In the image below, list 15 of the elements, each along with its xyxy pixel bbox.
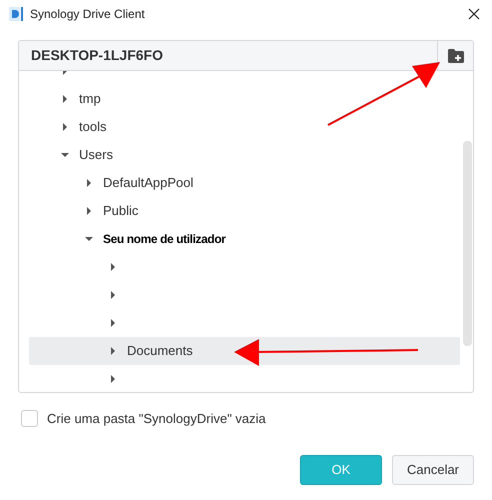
close-icon[interactable] — [468, 8, 480, 20]
tree-item[interactable]: tools — [29, 113, 460, 141]
tree-item[interactable]: Documents — [29, 337, 460, 365]
cancel-button[interactable]: Cancelar — [392, 454, 474, 484]
panel-title: DESKTOP-1LJF6FO — [30, 46, 163, 65]
tree-item[interactable]: DefaultAppPool — [29, 169, 460, 197]
tree-item[interactable]: Users — [29, 141, 460, 169]
app-logo-icon — [8, 6, 24, 22]
checkbox-label: Crie uma pasta "SynologyDrive" vazia — [47, 410, 266, 428]
tree-item[interactable]: Seu nome de utilizador — [29, 225, 460, 253]
window-title: Synology Drive Client — [30, 6, 145, 23]
folder-plus-icon — [448, 48, 464, 62]
checkbox[interactable] — [21, 410, 38, 428]
tree-item[interactable]: Public — [29, 197, 460, 225]
tree-item[interactable]: tmp — [29, 85, 460, 113]
